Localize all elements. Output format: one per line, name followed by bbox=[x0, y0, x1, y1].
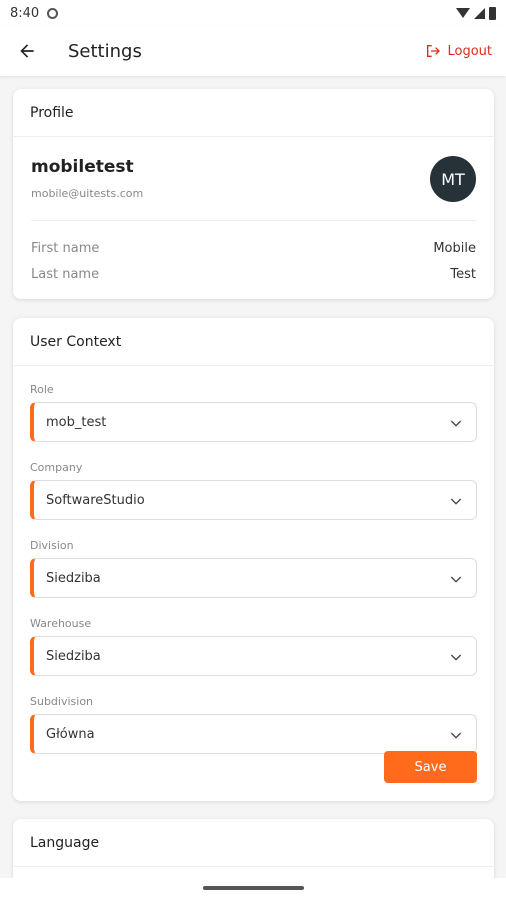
warehouse-value: Siedziba bbox=[46, 648, 101, 664]
role-value: mob_test bbox=[46, 414, 107, 430]
battery-icon bbox=[489, 6, 496, 20]
division-select[interactable]: Siedziba bbox=[30, 558, 477, 598]
system-nav-bar bbox=[0, 878, 506, 900]
username: mobiletest bbox=[31, 157, 134, 177]
warehouse-label: Warehouse bbox=[30, 617, 92, 630]
page-title: Settings bbox=[68, 40, 142, 62]
last-name-value: Test bbox=[450, 266, 476, 282]
role-field: Role mob_test bbox=[30, 382, 477, 454]
company-label: Company bbox=[30, 461, 83, 474]
logout-button[interactable]: Logout bbox=[425, 43, 492, 59]
logout-icon bbox=[427, 45, 441, 57]
company-field: Company SoftwareStudio bbox=[30, 460, 477, 532]
chevron-down-icon bbox=[450, 420, 462, 427]
first-name-label: First name bbox=[31, 240, 100, 256]
user-email: mobile@uitests.com bbox=[31, 187, 144, 200]
status-icons bbox=[456, 6, 496, 20]
division-field: Division Siedziba bbox=[30, 538, 477, 610]
notification-icon bbox=[47, 7, 59, 19]
profile-card: Profile mobiletest mobile@uitests.com MT… bbox=[13, 89, 494, 299]
last-name-row: Last name Test bbox=[31, 261, 476, 287]
chevron-down-icon bbox=[450, 732, 462, 739]
wifi-icon bbox=[456, 8, 470, 18]
division-label: Division bbox=[30, 539, 74, 552]
last-name-label: Last name bbox=[31, 266, 100, 282]
subdivision-select[interactable]: Główna bbox=[30, 714, 477, 754]
company-value: SoftwareStudio bbox=[46, 492, 145, 508]
language-section-title: Language bbox=[13, 819, 494, 867]
role-select[interactable]: mob_test bbox=[30, 402, 477, 442]
chevron-down-icon bbox=[450, 576, 462, 583]
logout-label: Logout bbox=[447, 43, 492, 59]
subdivision-label: Subdivision bbox=[30, 695, 94, 708]
profile-divider bbox=[31, 220, 476, 221]
warehouse-field: Warehouse Siedziba bbox=[30, 616, 477, 688]
save-button[interactable]: Save bbox=[384, 751, 477, 783]
chevron-down-icon bbox=[450, 654, 462, 661]
user-context-card: User Context Role mob_test Company Softw… bbox=[13, 318, 494, 801]
back-button[interactable] bbox=[2, 26, 52, 76]
status-bar: 8:40 bbox=[0, 0, 506, 26]
signal-icon bbox=[474, 7, 485, 19]
avatar: MT bbox=[430, 156, 476, 202]
status-time: 8:40 bbox=[10, 5, 40, 21]
company-select[interactable]: SoftwareStudio bbox=[30, 480, 477, 520]
profile-section-title: Profile bbox=[13, 89, 494, 137]
home-handle[interactable] bbox=[203, 886, 304, 890]
division-value: Siedziba bbox=[46, 570, 101, 586]
app-bar: Settings Logout bbox=[0, 26, 506, 76]
subdivision-value: Główna bbox=[46, 726, 95, 742]
role-label: Role bbox=[30, 383, 54, 396]
chevron-down-icon bbox=[450, 498, 462, 505]
warehouse-select[interactable]: Siedziba bbox=[30, 636, 477, 676]
arrow-left-icon bbox=[20, 44, 34, 58]
user-context-title: User Context bbox=[13, 318, 494, 366]
first-name-value: Mobile bbox=[433, 240, 476, 256]
first-name-row: First name Mobile bbox=[31, 235, 476, 261]
